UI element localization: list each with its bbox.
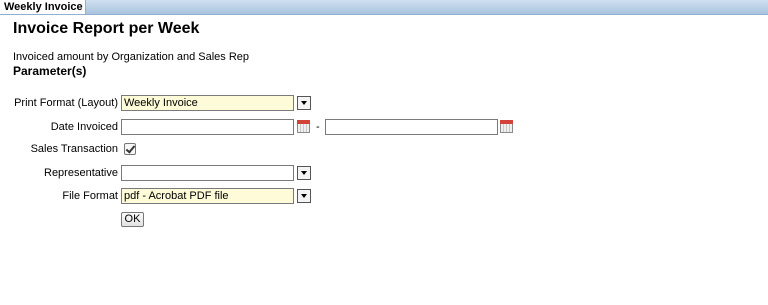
date-invoiced-label: Date Invoiced <box>50 121 118 133</box>
representative-select[interactable] <box>121 165 294 181</box>
page-title: Invoice Report per Week <box>13 20 200 37</box>
date-invoiced-from-input[interactable] <box>121 119 294 135</box>
section-title: Parameter(s) <box>13 64 87 78</box>
row-file-format: File Format pdf - Acrobat PDF file <box>0 188 768 204</box>
page-description: Invoiced amount by Organization and Sale… <box>13 51 250 63</box>
calendar-icon[interactable] <box>297 120 310 133</box>
file-format-select[interactable]: pdf - Acrobat PDF file <box>121 188 294 204</box>
calendar-icon[interactable] <box>500 120 513 133</box>
print-format-label: Print Format (Layout) <box>14 97 118 109</box>
print-format-dropdown-icon[interactable] <box>297 96 311 110</box>
sales-transaction-label: Sales Transaction <box>30 143 118 155</box>
row-sales-transaction: Sales Transaction <box>0 141 768 157</box>
representative-dropdown-icon[interactable] <box>297 166 311 180</box>
file-format-dropdown-icon[interactable] <box>297 189 311 203</box>
date-range-separator: - <box>316 121 320 133</box>
sales-transaction-checkbox[interactable] <box>124 143 136 155</box>
representative-label: Representative <box>44 167 118 179</box>
ok-button[interactable]: OK <box>121 212 144 227</box>
print-format-select[interactable]: Weekly Invoice <box>121 95 294 111</box>
row-representative: Representative <box>0 165 768 181</box>
tab-weekly-invoice[interactable]: Weekly Invoice <box>0 0 86 14</box>
tab-bar: Weekly Invoice <box>0 0 768 15</box>
file-format-label: File Format <box>62 190 118 202</box>
row-date-invoiced: Date Invoiced - <box>0 119 768 135</box>
row-print-format: Print Format (Layout) Weekly Invoice <box>0 95 768 111</box>
date-invoiced-to-input[interactable] <box>325 119 498 135</box>
